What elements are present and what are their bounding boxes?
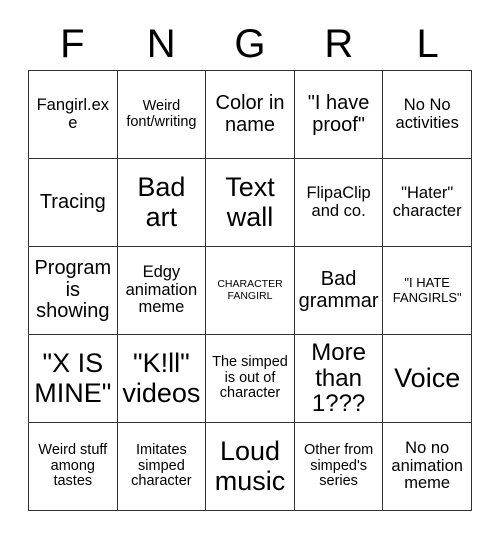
- bingo-grid: Fangirl.exe Weird font/writing Color in …: [28, 70, 472, 511]
- bingo-cell[interactable]: Color in name: [206, 71, 295, 159]
- bingo-cell-label: No no animation meme: [391, 438, 463, 493]
- bingo-cell-label: Color in name: [215, 91, 285, 136]
- bingo-cell[interactable]: Text wall: [206, 159, 295, 247]
- bingo-cell[interactable]: Edgy animation meme: [117, 247, 207, 335]
- bingo-cell-label: Bad grammar: [298, 267, 379, 312]
- bingo-cell[interactable]: Loud music: [206, 423, 295, 511]
- bingo-cell[interactable]: Bad art: [117, 159, 207, 247]
- bingo-header-row: F N G R L: [28, 18, 472, 70]
- bingo-cell-label: Edgy animation meme: [125, 262, 198, 317]
- bingo-cell[interactable]: The simped is out of character: [206, 335, 295, 423]
- bingo-cell[interactable]: Imitates simped character: [117, 423, 207, 511]
- bingo-cell[interactable]: CHARACTER FANGIRL: [206, 247, 295, 335]
- bingo-cell[interactable]: "I have proof": [294, 71, 384, 159]
- bingo-cell-label: Loud music: [214, 436, 286, 496]
- bingo-cell-label: "X IS MINE": [34, 348, 112, 408]
- bingo-cell[interactable]: Voice: [383, 335, 472, 423]
- bingo-cell-label: Weird font/writing: [126, 97, 197, 130]
- bingo-cell[interactable]: No no animation meme: [383, 423, 472, 511]
- bingo-cell-label: Weird stuff among tastes: [38, 442, 108, 490]
- bingo-cell-label: Program is showing: [34, 257, 112, 323]
- bingo-cell[interactable]: "X IS MINE": [29, 335, 118, 423]
- bingo-cell-label: CHARACTER FANGIRL: [217, 278, 283, 302]
- bingo-cell-label: More than 1???: [311, 338, 366, 418]
- bingo-cell-label: No No activities: [395, 95, 459, 132]
- bingo-cell-label: "I have proof": [307, 91, 370, 136]
- bingo-header-letter-1: F: [60, 22, 85, 66]
- bingo-cell-label: The simped is out of character: [212, 354, 288, 402]
- bingo-cell[interactable]: Bad grammar: [294, 247, 384, 335]
- bingo-cell[interactable]: FlipaClip and co.: [294, 159, 384, 247]
- bingo-cell-label: Bad art: [137, 172, 186, 232]
- bingo-cell[interactable]: Weird stuff among tastes: [29, 423, 118, 511]
- bingo-cell-label: Other from simped's series: [303, 442, 374, 490]
- bingo-cell[interactable]: Program is showing: [29, 247, 118, 335]
- bingo-cell[interactable]: "I HATE FANGIRLS": [383, 247, 472, 335]
- bingo-header-letter-4: R: [324, 22, 354, 66]
- bingo-cell-label: Voice: [394, 362, 461, 393]
- bingo-cell[interactable]: Fangirl.exe: [29, 71, 118, 159]
- bingo-cell[interactable]: More than 1???: [294, 335, 384, 423]
- bingo-card: F N G R L Fangirl.exe Weird font/writing…: [28, 18, 472, 511]
- bingo-header-letter-3: G: [234, 22, 266, 66]
- bingo-cell-label: Tracing: [39, 190, 106, 213]
- bingo-cell[interactable]: No No activities: [383, 71, 472, 159]
- bingo-cell-label: Fangirl.exe: [36, 95, 110, 132]
- bingo-cell[interactable]: Other from simped's series: [294, 423, 384, 511]
- bingo-cell-label: "I HATE FANGIRLS": [392, 275, 462, 305]
- bingo-cell-label: Imitates simped character: [131, 442, 192, 490]
- bingo-cell[interactable]: "Hater" character: [383, 159, 472, 247]
- bingo-cell[interactable]: Weird font/writing: [117, 71, 207, 159]
- bingo-cell-label: Text wall: [225, 172, 275, 232]
- bingo-cell[interactable]: "K!ll" videos: [117, 335, 207, 423]
- bingo-header-letter-5: L: [416, 22, 439, 66]
- bingo-cell-label: "K!ll" videos: [122, 348, 201, 408]
- bingo-header-letter-2: N: [146, 22, 176, 66]
- bingo-cell-label: "Hater" character: [392, 183, 462, 220]
- bingo-cell-label: FlipaClip and co.: [306, 183, 371, 220]
- bingo-cell[interactable]: Tracing: [29, 159, 118, 247]
